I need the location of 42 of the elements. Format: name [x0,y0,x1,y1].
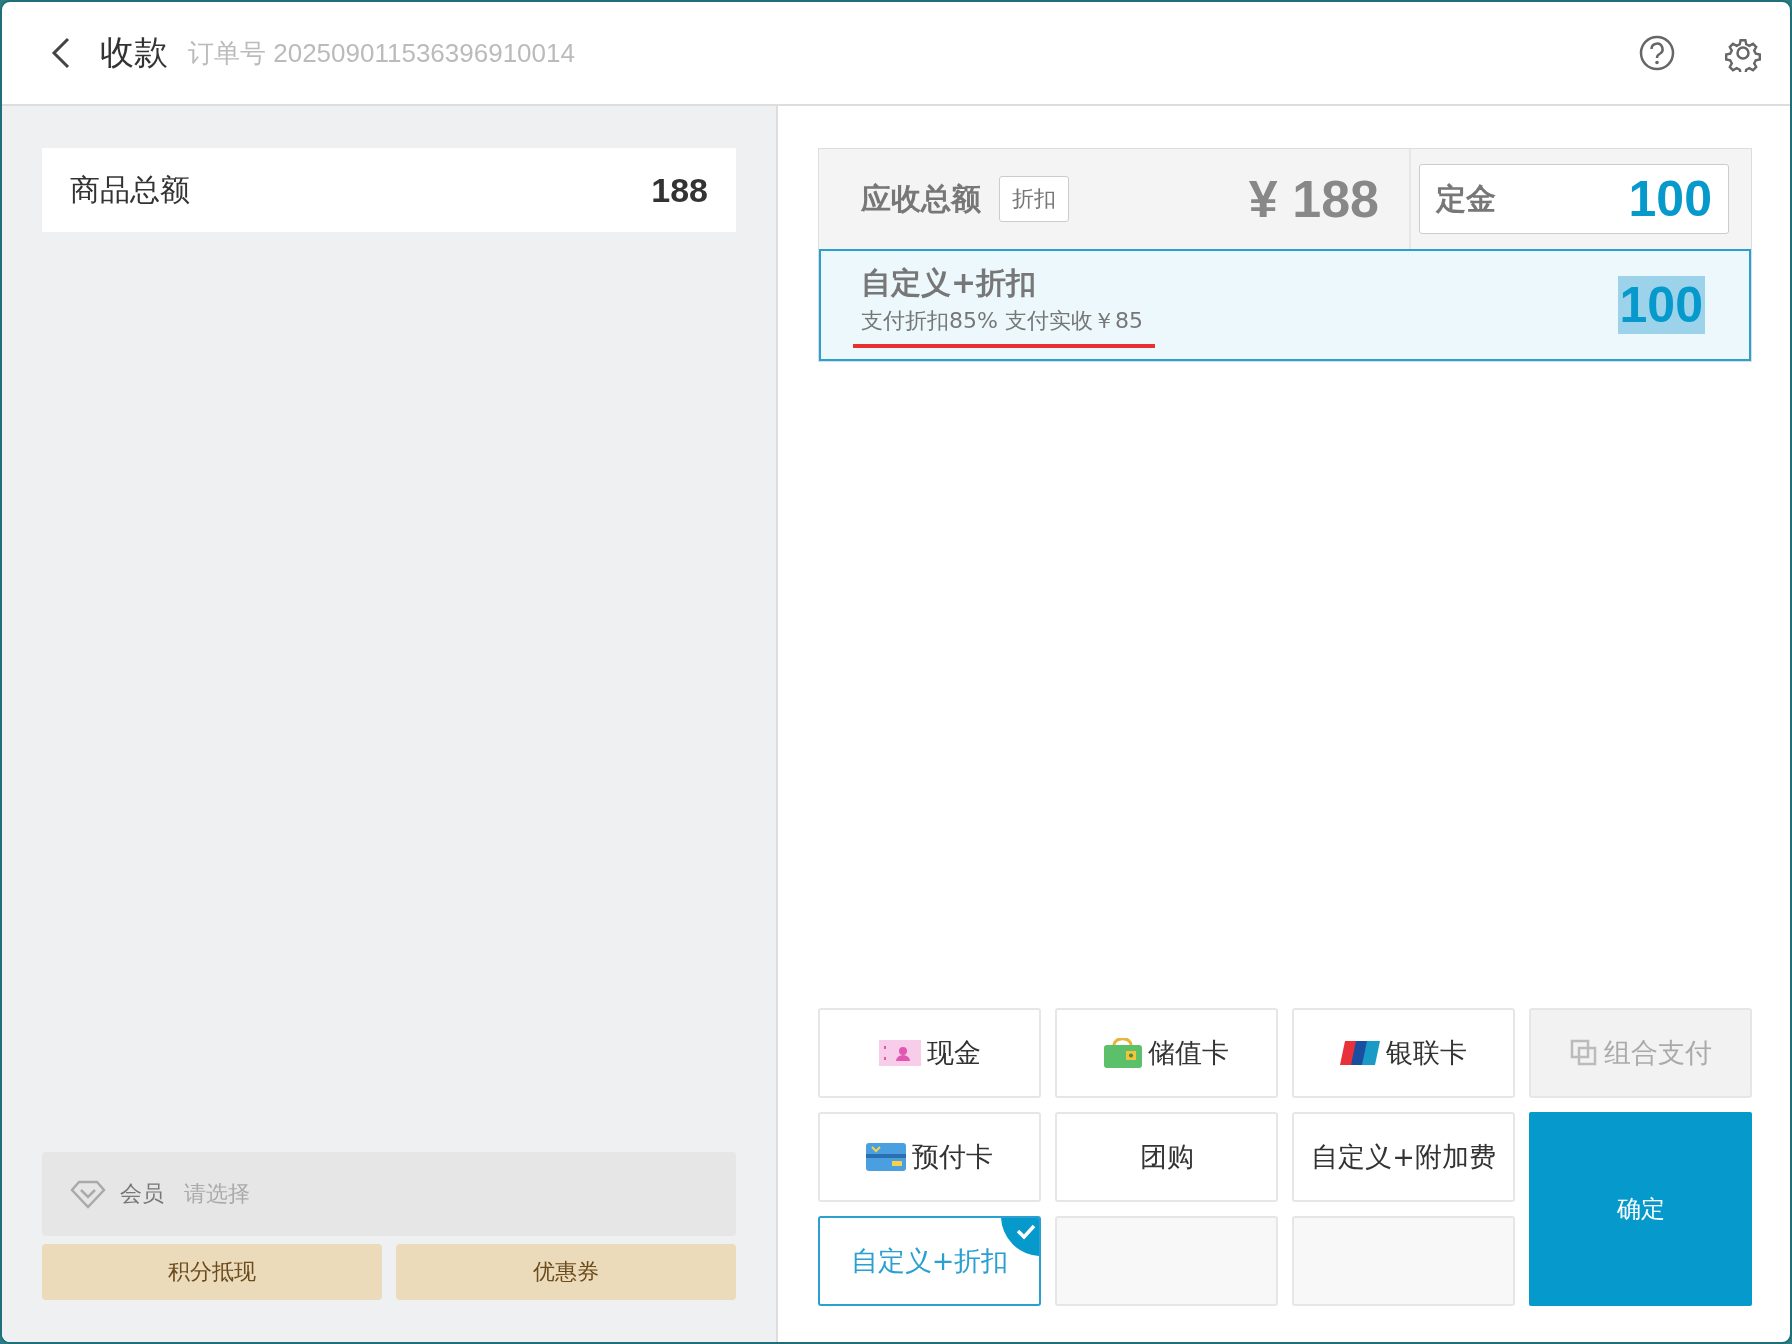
discount-button[interactable]: 折扣 [999,176,1069,222]
tile-label: 组合支付 [1603,1036,1712,1070]
member-placeholder: 请选择 [184,1180,250,1208]
diamond-icon [70,1179,106,1209]
payment-tile[interactable]: 现金 [818,1008,1041,1098]
payment-tile[interactable]: 团购 [1055,1112,1278,1202]
member-field[interactable]: 会员 请选择 [42,1152,736,1236]
tile-label: 储值卡 [1148,1036,1229,1070]
confirm-button[interactable]: 确定 [1529,1112,1752,1306]
payment-tile[interactable]: 储值卡 [1055,1008,1278,1098]
payment-amount: 100 [1617,276,1705,334]
payment-tile[interactable]: 银联卡 [1292,1008,1515,1098]
payment-method: 自定义+折扣 [861,263,1037,302]
tile-label: 预付卡 [912,1140,993,1174]
order-number: 订单号 202509011536396910014 [188,36,575,70]
receivable-amount: ¥ 188 [1248,169,1379,229]
deposit-label: 定金 [1436,179,1496,218]
card-icon [866,1143,906,1171]
promo-button[interactable]: 优惠券 [396,1244,736,1300]
deposit-value: 100 [1628,170,1712,228]
payment-tile[interactable]: 预付卡 [818,1112,1041,1202]
member-label: 会员 [120,1180,164,1208]
goods-total-label: 商品总额 [70,170,190,209]
payment-detail: 支付折扣85% 支付实收￥85 [861,306,1143,335]
deposit-field[interactable]: 定金 100 [1419,164,1729,234]
tile-label: 银联卡 [1386,1036,1467,1070]
wallet-icon [1104,1038,1142,1068]
combine-icon [1569,1039,1598,1067]
banknote-icon [878,1040,921,1066]
tile-label: 自定义+折扣 [850,1244,1009,1278]
page-title: 收款 [100,31,168,74]
promo-button[interactable]: 积分抵现 [42,1244,382,1300]
help-icon[interactable] [1638,34,1676,72]
bank-card-icon [1340,1041,1380,1065]
tile-label: 现金 [926,1036,981,1070]
back-icon[interactable] [50,36,72,70]
goods-total-value: 188 [651,170,708,210]
payment-tile[interactable]: 自定义+折扣 [818,1216,1041,1306]
tile-label: 团购 [1139,1140,1194,1174]
receivable-label: 应收总额 [861,179,981,218]
tile-label: 自定义+附加费 [1311,1140,1496,1174]
payment-tile[interactable]: 自定义+附加费 [1292,1112,1515,1202]
